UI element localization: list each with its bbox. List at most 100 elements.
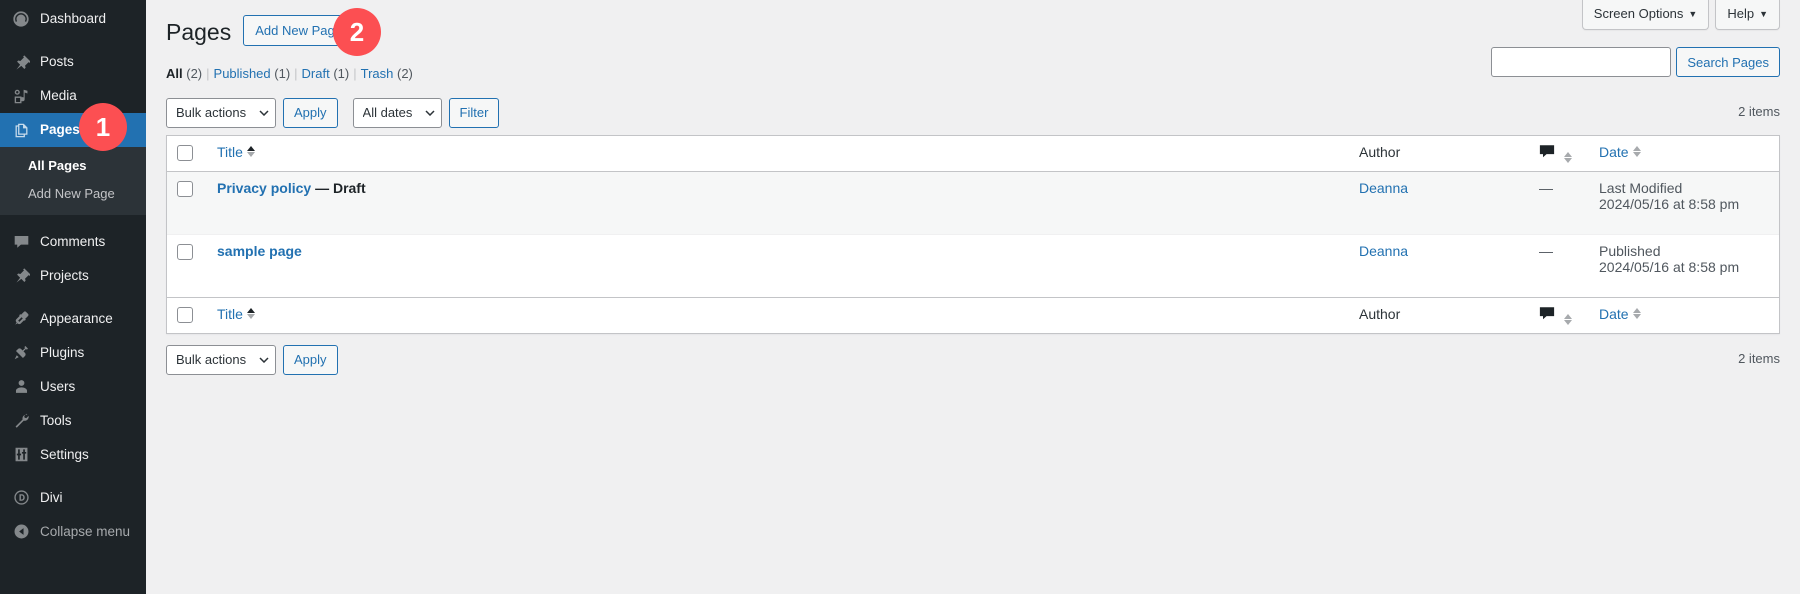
comment-bubble-icon[interactable]	[1539, 306, 1555, 324]
sort-by-title-bottom[interactable]: Title	[217, 306, 255, 322]
search-box: Search Pages	[1491, 47, 1780, 77]
page-header: Pages Add New Page	[166, 0, 1780, 52]
sort-by-title-top[interactable]: Title	[217, 144, 255, 160]
row-actions-placeholder	[217, 196, 1339, 226]
pages-submenu: All Pages Add New Page	[0, 147, 146, 216]
bulk-actions-select-bottom[interactable]: Bulk actions	[166, 344, 276, 375]
filter-all-link[interactable]: All	[166, 66, 183, 81]
filter-separator: |	[206, 65, 210, 81]
sidebar-item-media[interactable]: Media	[0, 79, 146, 113]
filter-separator: |	[294, 65, 298, 81]
title-column-header: Title	[207, 136, 1349, 172]
sidebar-item-tools[interactable]: Tools	[0, 403, 146, 437]
filter-separator: |	[353, 65, 357, 81]
current-menu-arrow-icon	[146, 122, 154, 138]
sidebar-item-settings[interactable]: Settings	[0, 437, 146, 471]
date-status: Last Modified	[1599, 179, 1683, 196]
sort-by-date-top[interactable]: Date	[1599, 144, 1641, 160]
date-filter-select[interactable]: All dates	[352, 97, 442, 128]
main-content: Screen Options ▼ Help ▼ Pages Add New Page…	[146, 0, 1800, 594]
sidebar-item-divi[interactable]: Divi	[0, 480, 146, 514]
date-column-footer: Date	[1589, 296, 1779, 333]
filter-draft-link[interactable]: Draft	[302, 66, 330, 81]
sidebar-item-projects[interactable]: Projects	[0, 258, 146, 292]
annotation-marker-1: 1	[79, 103, 127, 151]
plug-icon	[10, 342, 32, 362]
row-comments-cell: —	[1529, 172, 1589, 234]
select-all-checkbox-top[interactable]	[177, 145, 193, 162]
bulk-actions-select-wrap-top: Bulk actions	[166, 97, 276, 128]
comment-bubble-icon[interactable]	[1539, 144, 1555, 162]
filter-all-count: (2)	[186, 65, 203, 81]
sort-indicator-icon	[1632, 308, 1641, 320]
date-column-label: Date	[1599, 143, 1629, 160]
collapse-menu-button[interactable]: Collapse menu	[0, 514, 146, 548]
sort-comments-icon[interactable]	[1563, 151, 1572, 163]
pin-icon	[10, 52, 32, 72]
title-column-footer: Title	[207, 296, 1349, 333]
sidebar-item-posts[interactable]: Posts	[0, 45, 146, 79]
search-pages-button[interactable]: Search Pages	[1676, 47, 1780, 77]
select-all-checkbox-bottom[interactable]	[177, 307, 193, 324]
page-title-link[interactable]: Privacy policy	[217, 180, 311, 196]
row-checkbox-cell	[167, 233, 207, 297]
table-footer-row: Title Author Date	[167, 296, 1779, 333]
filter-trash-link[interactable]: Trash	[361, 66, 394, 81]
row-date-cell: Last Modified 2024/05/16 at 8:58 pm	[1589, 172, 1779, 234]
bulk-actions-group-top: Bulk actions Apply All dates Filter	[166, 97, 500, 128]
tablenav-bottom: Bulk actions Apply 2 items	[166, 342, 1780, 378]
row-title-cell: sample page	[207, 233, 1349, 297]
apply-button-bottom[interactable]: Apply	[283, 344, 338, 375]
tablenav-top: Bulk actions Apply All dates Filter 2 it…	[166, 95, 1780, 131]
user-icon	[10, 376, 32, 396]
comments-column-header	[1529, 136, 1589, 172]
filter-trash-count: (2)	[397, 65, 413, 81]
filter-published-count: (1)	[274, 65, 291, 81]
pages-icon	[10, 120, 32, 140]
sort-comments-icon[interactable]	[1563, 313, 1572, 325]
bulk-actions-select-top[interactable]: Bulk actions	[166, 97, 276, 128]
row-comments-cell: —	[1529, 233, 1589, 297]
sidebar-item-label: Comments	[40, 233, 106, 249]
page-title: Pages	[166, 19, 232, 45]
sidebar-item-dashboard[interactable]: Dashboard	[0, 2, 146, 36]
sidebar-item-label: Tools	[40, 412, 72, 428]
sidebar-item-appearance[interactable]: Appearance	[0, 301, 146, 335]
comment-icon	[10, 231, 32, 251]
row-checkbox[interactable]	[177, 181, 193, 198]
submenu-item-add-new-page[interactable]: Add New Page	[0, 180, 146, 208]
filter-draft: Draft (1) |	[302, 66, 361, 81]
page-title-link[interactable]: sample page	[217, 243, 302, 259]
bulk-actions-select-wrap-bottom: Bulk actions	[166, 344, 276, 375]
filter-button[interactable]: Filter	[448, 97, 500, 128]
comments-column-footer	[1529, 296, 1589, 333]
media-icon	[10, 86, 32, 106]
table-row[interactable]: Privacy policy — Draft Deanna — Last Mod…	[167, 171, 1779, 234]
sidebar-item-plugins[interactable]: Plugins	[0, 335, 146, 369]
collapse-arrow-icon	[10, 521, 32, 541]
sidebar-item-label: Settings	[40, 446, 89, 462]
row-date-cell: Published 2024/05/16 at 8:58 pm	[1589, 233, 1779, 297]
sort-by-date-bottom[interactable]: Date	[1599, 306, 1641, 322]
sidebar-divider	[0, 292, 146, 301]
admin-sidebar: Dashboard Posts Media Pages All Pages Ad…	[0, 0, 154, 594]
date-status: Published	[1599, 242, 1661, 259]
search-input[interactable]	[1491, 47, 1672, 77]
table-row[interactable]: sample page Deanna — Published 2024/05/1…	[167, 233, 1779, 297]
sidebar-item-comments[interactable]: Comments	[0, 224, 146, 258]
sidebar-item-label: Posts	[40, 54, 74, 70]
filter-published-link[interactable]: Published	[214, 66, 271, 81]
author-link[interactable]: Deanna	[1359, 180, 1408, 196]
title-column-label: Title	[217, 305, 243, 322]
row-author-cell: Deanna	[1349, 233, 1529, 297]
sort-indicator-icon	[246, 146, 255, 158]
submenu-item-all-pages[interactable]: All Pages	[0, 152, 146, 180]
select-all-header	[167, 136, 207, 172]
title-column-label: Title	[217, 143, 243, 160]
sidebar-item-label: Pages	[40, 122, 80, 138]
sidebar-item-label: Divi	[40, 489, 63, 505]
sidebar-item-users[interactable]: Users	[0, 369, 146, 403]
author-link[interactable]: Deanna	[1359, 243, 1408, 259]
apply-button-top[interactable]: Apply	[283, 97, 338, 128]
row-checkbox[interactable]	[177, 244, 193, 261]
